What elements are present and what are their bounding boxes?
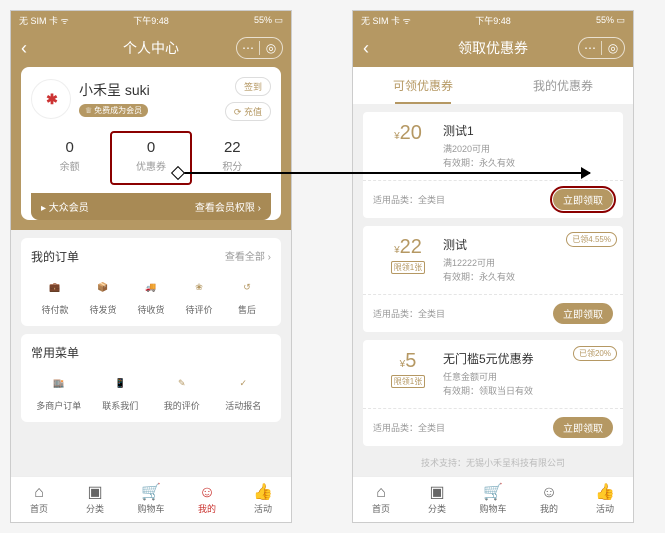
menu-multishop[interactable]: 🏬多商户订单 — [31, 371, 87, 412]
coupon-card: ¥22限领1张测试满12222可用有效期：永久有效已领4.55%适用品类：全类目… — [363, 226, 623, 332]
miniapp-capsule[interactable]: ⋯ ◎ — [236, 37, 283, 59]
signin-button[interactable]: 签到 — [235, 77, 271, 96]
claim-button[interactable]: 立即领取 — [553, 189, 613, 210]
coupon-expiry: 有效期：永久有效 — [443, 271, 613, 285]
phone-icon: 📱 — [108, 371, 132, 395]
coupon-card: ¥5限领1张无门槛5元优惠券任意金额可用有效期：领取当日有效已领20%适用品类：… — [363, 340, 623, 446]
stat-points[interactable]: 22积分 — [194, 133, 271, 193]
nav-home[interactable]: ⌂首页 — [353, 477, 409, 522]
miniapp-capsule[interactable]: ⋯ ◎ — [578, 37, 625, 59]
tab-available[interactable]: 可领优惠券 — [353, 67, 493, 104]
shop-icon: 🏬 — [47, 371, 71, 395]
nav-activity[interactable]: 👍活动 — [577, 477, 633, 522]
more-icon[interactable]: ⋯ — [237, 38, 259, 58]
page-title: 领取优惠券 — [458, 38, 528, 58]
claim-button[interactable]: 立即领取 — [553, 417, 613, 438]
status-bar: 无 SIM 卡 ᯤ 下午9:48 55% ▭ — [11, 11, 291, 29]
menu-contact[interactable]: 📱联系我们 — [93, 371, 149, 412]
avatar[interactable]: ✱ — [31, 79, 71, 119]
category-icon: ▣ — [87, 485, 102, 501]
thumb-icon: 👍 — [253, 485, 273, 501]
tab-mine[interactable]: 我的优惠券 — [493, 67, 633, 104]
back-icon[interactable]: ‹ — [363, 38, 369, 59]
coupon-value: ¥5限领1张 — [373, 350, 443, 398]
page-title: 个人中心 — [123, 38, 179, 58]
tech-support: 技术支持：无锡小禾呈科技有限公司 — [353, 446, 633, 476]
coupon-value: ¥22限领1张 — [373, 236, 443, 284]
phone-profile: 无 SIM 卡 ᯤ 下午9:48 55% ▭ ‹ 个人中心 ⋯ ◎ 签到 ⟳ 充… — [10, 10, 292, 523]
coupon-scope: 适用品类：全类目 — [373, 193, 445, 206]
review-icon: ✎ — [170, 371, 194, 395]
coupon-name: 测试1 — [443, 122, 613, 139]
claim-button[interactable]: 立即领取 — [553, 303, 613, 324]
user-card: 签到 ⟳ 充值 ✱ 小禾呈 suki ♕ 免费成为会员 0余额 0优惠券 — [21, 67, 281, 220]
orders-section: 我的订单 查看全部 › 💼待付款 📦待发货 🚚待收货 ❀待评价 ↺售后 — [21, 238, 281, 326]
annotation-arrow — [178, 172, 590, 174]
truck-icon: 🚚 — [139, 275, 163, 299]
nav-mine[interactable]: ☺我的 — [521, 477, 577, 522]
flower-icon: ❀ — [187, 275, 211, 299]
member-bar[interactable]: ▸ 大众会员查看会员权限 › — [31, 193, 271, 220]
nav-bar: ‹ 个人中心 ⋯ ◎ — [11, 29, 291, 67]
nav-cart[interactable]: 🛒购物车 — [465, 477, 521, 522]
box-icon: 📦 — [91, 275, 115, 299]
category-icon: ▣ — [429, 485, 444, 501]
activity-icon: ✓ — [231, 371, 255, 395]
cart-icon: 🛒 — [141, 485, 161, 501]
coupon-value: ¥20 — [373, 122, 443, 170]
coupon-card: ¥20测试1满2020可用有效期：永久有效适用品类：全类目立即领取 — [363, 112, 623, 218]
coupon-progress: 已领20% — [573, 346, 617, 361]
menu-section: 常用菜单 🏬多商户订单 📱联系我们 ✎我的评价 ✓活动报名 — [21, 334, 281, 422]
order-pending-receive[interactable]: 🚚待收货 — [127, 275, 175, 316]
nav-cart[interactable]: 🛒购物车 — [123, 477, 179, 522]
order-aftersale[interactable]: ↺售后 — [223, 275, 271, 316]
coupon-condition: 满2020可用 — [443, 143, 613, 157]
user-icon: ☺ — [541, 485, 557, 501]
nav-mine[interactable]: ☺我的 — [179, 477, 235, 522]
bottom-nav: ⌂首页 ▣分类 🛒购物车 ☺我的 👍活动 — [11, 476, 291, 522]
nav-home[interactable]: ⌂首页 — [11, 477, 67, 522]
refund-icon: ↺ — [235, 275, 259, 299]
thumb-icon: 👍 — [595, 485, 615, 501]
stat-balance[interactable]: 0余额 — [31, 133, 108, 193]
order-pending-review[interactable]: ❀待评价 — [175, 275, 223, 316]
member-badge[interactable]: ♕ 免费成为会员 — [79, 104, 148, 117]
coupon-condition: 满12222可用 — [443, 257, 613, 271]
wallet-icon: 💼 — [43, 275, 67, 299]
phone-coupons: 无 SIM 卡 ᯤ 下午9:48 55% ▭ ‹ 领取优惠券 ⋯ ◎ 可领优惠券… — [352, 10, 634, 523]
cart-icon: 🛒 — [483, 485, 503, 501]
menu-reviews[interactable]: ✎我的评价 — [154, 371, 210, 412]
back-icon[interactable]: ‹ — [21, 38, 27, 59]
order-pending-ship[interactable]: 📦待发货 — [79, 275, 127, 316]
scroll-content[interactable]: 签到 ⟳ 充值 ✱ 小禾呈 suki ♕ 免费成为会员 0余额 0优惠券 — [11, 67, 291, 476]
status-bar: 无 SIM 卡 ᯤ 下午9:48 55% ▭ — [353, 11, 633, 29]
scroll-content[interactable]: 可领优惠券 我的优惠券 ¥20测试1满2020可用有效期：永久有效适用品类：全类… — [353, 67, 633, 476]
coupon-condition: 任意金额可用 — [443, 371, 613, 385]
nav-category[interactable]: ▣分类 — [409, 477, 465, 522]
coupon-expiry: 有效期：领取当日有效 — [443, 385, 613, 399]
user-icon: ☺ — [199, 485, 215, 501]
close-icon[interactable]: ◎ — [260, 38, 282, 58]
nav-activity[interactable]: 👍活动 — [235, 477, 291, 522]
order-pending-pay[interactable]: 💼待付款 — [31, 275, 79, 316]
home-icon: ⌂ — [34, 485, 44, 501]
close-icon[interactable]: ◎ — [602, 38, 624, 58]
coupon-scope: 适用品类：全类目 — [373, 421, 445, 434]
section-title: 常用菜单 — [31, 344, 79, 361]
home-icon: ⌂ — [376, 485, 386, 501]
recharge-button[interactable]: ⟳ 充值 — [225, 102, 271, 121]
nickname: 小禾呈 suki — [79, 80, 150, 100]
bottom-nav: ⌂首页 ▣分类 🛒购物车 ☺我的 👍活动 — [353, 476, 633, 522]
more-icon[interactable]: ⋯ — [579, 38, 601, 58]
coupon-tabs: 可领优惠券 我的优惠券 — [353, 67, 633, 104]
nav-bar: ‹ 领取优惠券 ⋯ ◎ — [353, 29, 633, 67]
coupon-scope: 适用品类：全类目 — [373, 307, 445, 320]
nav-category[interactable]: ▣分类 — [67, 477, 123, 522]
menu-activity[interactable]: ✓活动报名 — [216, 371, 272, 412]
coupon-progress: 已领4.55% — [566, 232, 617, 247]
view-all-orders[interactable]: 查看全部 › — [225, 248, 271, 265]
section-title: 我的订单 — [31, 248, 79, 265]
